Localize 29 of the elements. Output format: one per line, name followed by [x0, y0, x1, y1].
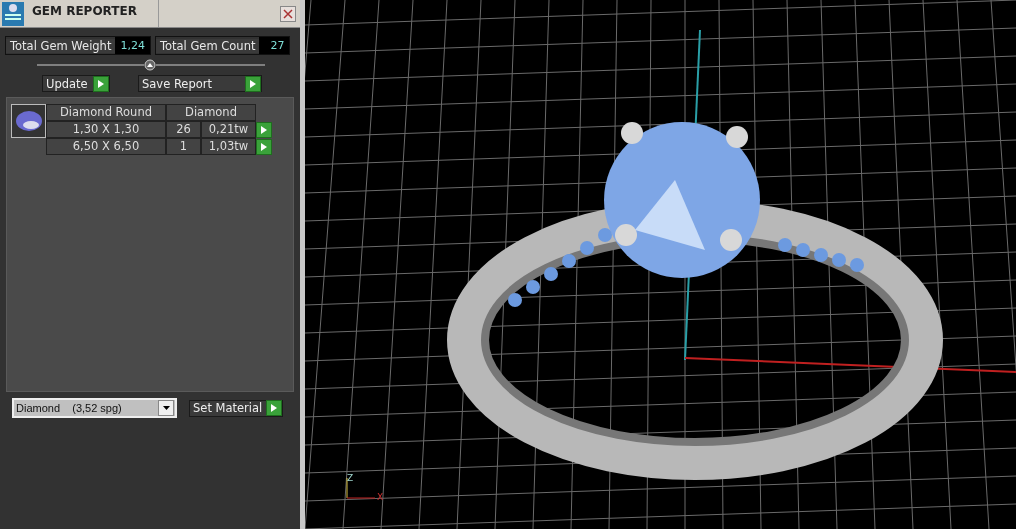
play-icon	[266, 400, 282, 416]
stat-label: Total Gem Count	[155, 38, 260, 53]
window-title: GEM REPORTER	[26, 0, 159, 27]
play-icon	[256, 121, 272, 138]
stat-value: 1,24	[115, 37, 150, 54]
table-cell: 1,03tw	[201, 138, 256, 155]
material-dropdown[interactable]: Diamond (3,52 spg)	[12, 398, 177, 418]
caret-icon	[158, 400, 174, 416]
collapse-button[interactable]	[144, 59, 156, 71]
table-cell: 1,30 X 1,30	[46, 121, 166, 138]
play-icon	[93, 75, 109, 92]
stat-label: Total Gem Weight	[6, 38, 116, 53]
table-cell: 6,50 X 6,50	[46, 138, 166, 155]
stat-value: 27	[259, 37, 290, 54]
column-header: Diamond	[166, 104, 256, 121]
axis-label: X	[377, 492, 384, 502]
report-icon	[2, 2, 24, 26]
play-icon	[256, 138, 272, 155]
close-button[interactable]	[280, 6, 296, 22]
gem-thumbnail	[11, 104, 46, 138]
table-cell: 26	[166, 121, 201, 138]
table-cell: 1	[166, 138, 201, 155]
set-material-button[interactable]: Set Material	[189, 399, 283, 417]
play-icon	[245, 75, 261, 92]
action-button[interactable]: Save Report	[138, 75, 262, 92]
column-header: Diamond Round	[46, 104, 166, 121]
action-button[interactable]: Update	[42, 75, 110, 92]
table-cell: 0,21tw	[201, 121, 256, 138]
axis-label: Z	[347, 473, 354, 483]
